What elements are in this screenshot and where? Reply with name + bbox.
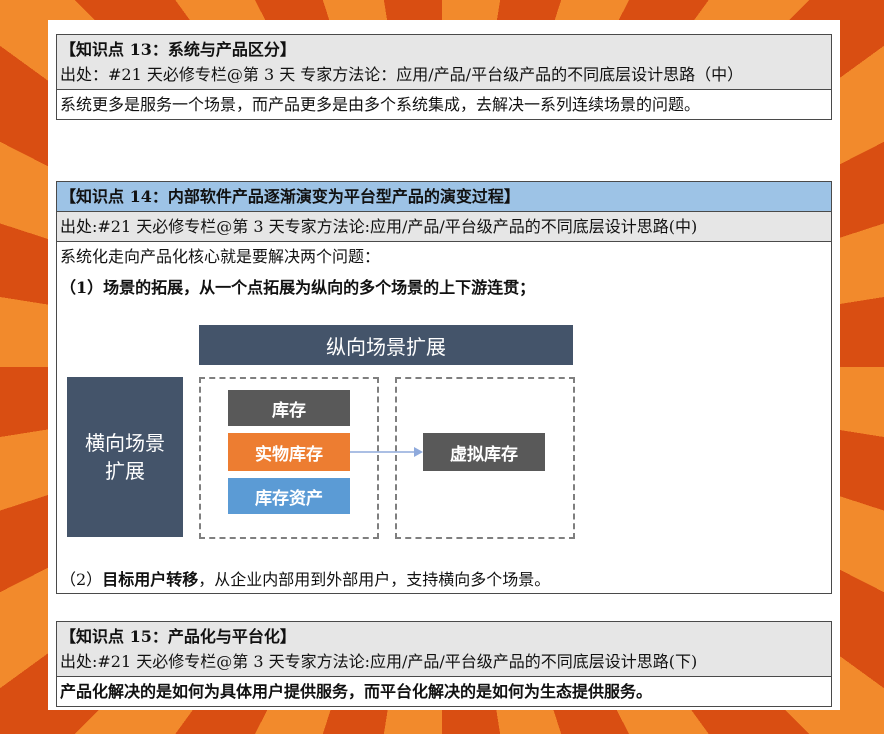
card-14-intro: 系统化走向产品化核心就是要解决两个问题：: [60, 247, 381, 266]
vertical-expansion-banner: 纵向场景扩展: [199, 325, 573, 365]
scene-expansion-diagram: 纵向场景扩展 横向场景 扩展 库存 实物库存 库存资产 虚拟库存: [57, 322, 833, 592]
card-13-source: 出处：#21 天必修专栏@第 3 天 专家方法论：应用/产品/平台级产品的不同底…: [60, 65, 744, 84]
knowledge-card-15: 【知识点 15：产品化与平台化】 出处:#21 天必修专栏@第 3 天专家方法论…: [56, 621, 832, 707]
point-2-prefix: （2）: [60, 570, 103, 589]
inventory-assets-box: 库存资产: [228, 478, 350, 514]
inventory-box: 库存: [228, 390, 350, 426]
card-13-header: 【知识点 13：系统与产品区分】 出处：#21 天必修专栏@第 3 天 专家方法…: [57, 35, 831, 90]
horizontal-expansion-label-1: 横向场景: [85, 431, 165, 455]
point-2-rest: ，从企业内部用到外部用户，支持横向多个场景。: [198, 570, 551, 589]
card-15-header: 【知识点 15：产品化与平台化】 出处:#21 天必修专栏@第 3 天专家方法论…: [57, 622, 831, 677]
horizontal-expansion-box: 横向场景 扩展: [67, 377, 183, 537]
physical-inventory-box: 实物库存: [228, 433, 350, 471]
card-14-point-1: （1）场景的拓展，从一个点拓展为纵向的多个场景的上下游连贯；: [60, 278, 536, 297]
point-2-bold: 目标用户转移: [102, 570, 199, 589]
arrow-right-icon: [350, 447, 423, 457]
card-13-body: 系统更多是服务一个场景，而产品更多是由多个系统集成，去解决一系列连续场景的问题。: [57, 90, 831, 119]
card-15-title: 【知识点 15：产品化与平台化】: [60, 627, 296, 646]
knowledge-card-14: 【知识点 14：内部软件产品逐渐演变为平台型产品的演变过程】 出处:#21 天必…: [56, 181, 832, 594]
card-15-source: 出处:#21 天必修专栏@第 3 天专家方法论:应用/产品/平台级产品的不同底层…: [60, 652, 698, 671]
card-14-title: 【知识点 14：内部软件产品逐渐演变为平台型产品的演变过程】: [60, 187, 520, 206]
document-page: 【知识点 13：系统与产品区分】 出处：#21 天必修专栏@第 3 天 专家方法…: [48, 20, 840, 710]
card-13-title: 【知识点 13：系统与产品区分】: [60, 40, 296, 59]
knowledge-card-13: 【知识点 13：系统与产品区分】 出处：#21 天必修专栏@第 3 天 专家方法…: [56, 34, 832, 120]
horizontal-expansion-label-2: 扩展: [105, 459, 145, 483]
card-14-point-2: （2）目标用户转移，从企业内部用到外部用户，支持横向多个场景。: [60, 567, 550, 592]
card-14-content: 系统化走向产品化核心就是要解决两个问题： （1）场景的拓展，从一个点拓展为纵向的…: [57, 242, 831, 302]
card-14-header: 【知识点 14：内部软件产品逐渐演变为平台型产品的演变过程】: [57, 182, 831, 212]
card-14-source: 出处:#21 天必修专栏@第 3 天专家方法论:应用/产品/平台级产品的不同底层…: [57, 212, 831, 242]
virtual-inventory-box: 虚拟库存: [423, 433, 545, 471]
card-15-body: 产品化解决的是如何为具体用户提供服务，而平台化解决的是如何为生态提供服务。: [57, 677, 831, 706]
